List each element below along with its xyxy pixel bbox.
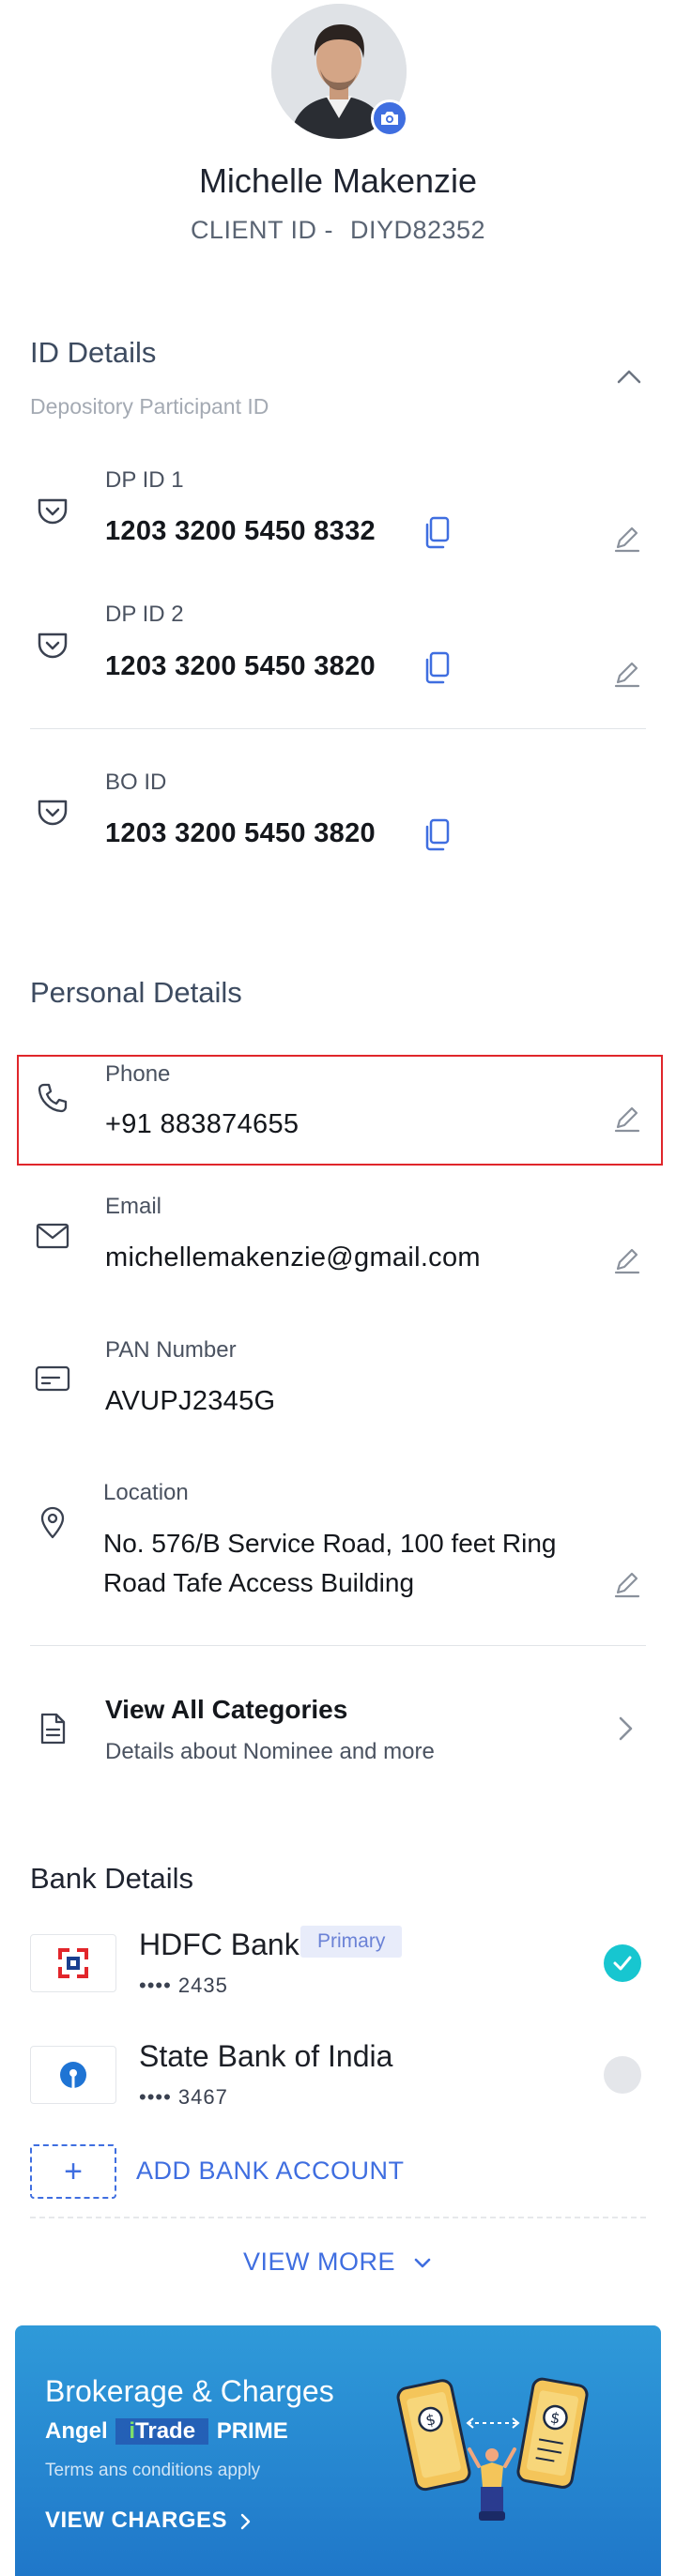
banner-terms[interactable]: Terms ans conditions apply: [45, 2461, 260, 2481]
sbi-bank-logo: [30, 2046, 116, 2104]
bank-selected-check-icon[interactable]: [604, 1944, 641, 1982]
profile-avatar[interactable]: [271, 4, 408, 139]
document-icon: [34, 1710, 71, 1747]
copy-icon[interactable]: [420, 816, 453, 854]
dp-id-2-label: DP ID 2: [105, 602, 184, 627]
divider: [30, 2217, 646, 2218]
brand-itrade: iTrade: [115, 2418, 209, 2445]
depository-icon: [34, 794, 71, 831]
chevron-right-icon: [240, 2513, 251, 2529]
bo-id-value: 1203 3200 5450 3820: [105, 818, 376, 848]
profile-name: Michelle Makenzie: [198, 161, 478, 200]
brand-suffix: PRIME: [216, 2418, 288, 2444]
divider: [30, 728, 646, 729]
view-more-label: VIEW MORE: [242, 2248, 395, 2276]
view-all-categories-title: View All Categories: [105, 1695, 348, 1724]
edit-dp-id-1-pencil-icon[interactable]: [608, 519, 646, 556]
view-charges-button[interactable]: VIEW CHARGES: [45, 2507, 253, 2534]
pan-label: PAN Number: [105, 1337, 237, 1363]
bank-name-hdfc: HDFC Bank: [139, 1928, 300, 1961]
pan-value: AVUPJ2345G: [105, 1386, 276, 1416]
camera-icon[interactable]: [371, 99, 408, 137]
depository-icon: [34, 493, 71, 530]
hdfc-bank-logo: [30, 1934, 116, 1992]
chevron-right-icon[interactable]: [608, 1712, 642, 1745]
copy-icon[interactable]: [420, 514, 453, 552]
client-id-label: CLIENT ID -: [190, 216, 333, 244]
location-label: Location: [103, 1480, 189, 1505]
client-id-value: DIYD82352: [349, 216, 486, 244]
location-pin-icon: [34, 1504, 71, 1542]
dp-id-2-value: 1203 3200 5450 3820: [105, 651, 376, 681]
id-details-title: ID Details: [30, 336, 157, 369]
divider: [30, 1645, 646, 1646]
add-bank-account-link[interactable]: ADD BANK ACCOUNT: [136, 2157, 405, 2186]
brand-trade: Trade: [135, 2418, 196, 2444]
primary-badge: Primary: [300, 1926, 403, 1958]
chevron-down-icon: [414, 2258, 431, 2268]
brand-i: i: [129, 2418, 136, 2444]
brokerage-illustration: $ $: [394, 2365, 592, 2534]
phone-label: Phone: [105, 1061, 171, 1087]
bank-unselected-radio[interactable]: [604, 2056, 641, 2094]
email-value: michellemakenzie@gmail.com: [105, 1242, 481, 1273]
collapse-chevron-icon[interactable]: [612, 362, 646, 390]
bank-account-mask-hdfc: •••• 2435: [139, 1974, 228, 1997]
add-bank-plus-icon[interactable]: +: [30, 2144, 116, 2199]
depository-icon: [34, 627, 71, 664]
dp-id-1-label: DP ID 1: [105, 467, 184, 493]
location-value: No. 576/B Service Road, 100 feet Ring Ro…: [103, 1529, 557, 1597]
id-card-icon: [34, 1360, 71, 1397]
bank-details-title: Bank Details: [30, 1862, 194, 1895]
banner-title: Brokerage & Charges: [45, 2374, 334, 2408]
bank-name-sbi: State Bank of India: [139, 2039, 393, 2073]
phone-value: +91 883874655: [105, 1109, 300, 1139]
id-details-subtitle: Depository Participant ID: [30, 394, 269, 419]
view-charges-label: VIEW CHARGES: [45, 2507, 228, 2533]
client-id: CLIENT ID - DIYD82352: [0, 216, 676, 245]
bank-account-mask-sbi: •••• 3467: [139, 2085, 228, 2109]
phone-icon: [34, 1079, 71, 1117]
view-all-categories-subtitle: Details about Nominee and more: [105, 1739, 435, 1764]
mail-icon: [34, 1217, 71, 1255]
view-all-categories-row[interactable]: [0, 1670, 676, 1783]
edit-location-pencil-icon[interactable]: [608, 1564, 646, 1602]
banner-brand: Angel iTrade PRIME: [45, 2418, 288, 2445]
brand-prefix: Angel: [45, 2418, 108, 2444]
dp-id-1-value: 1203 3200 5450 8332: [105, 516, 376, 546]
bo-id-label: BO ID: [105, 770, 167, 795]
view-more-button[interactable]: VIEW MORE: [0, 2248, 676, 2277]
copy-icon[interactable]: [420, 649, 453, 687]
personal-details-title: Personal Details: [30, 976, 242, 1009]
email-label: Email: [105, 1194, 162, 1219]
edit-email-pencil-icon[interactable]: [608, 1241, 646, 1278]
edit-phone-pencil-icon[interactable]: [608, 1099, 646, 1136]
edit-dp-id-2-pencil-icon[interactable]: [608, 654, 646, 692]
